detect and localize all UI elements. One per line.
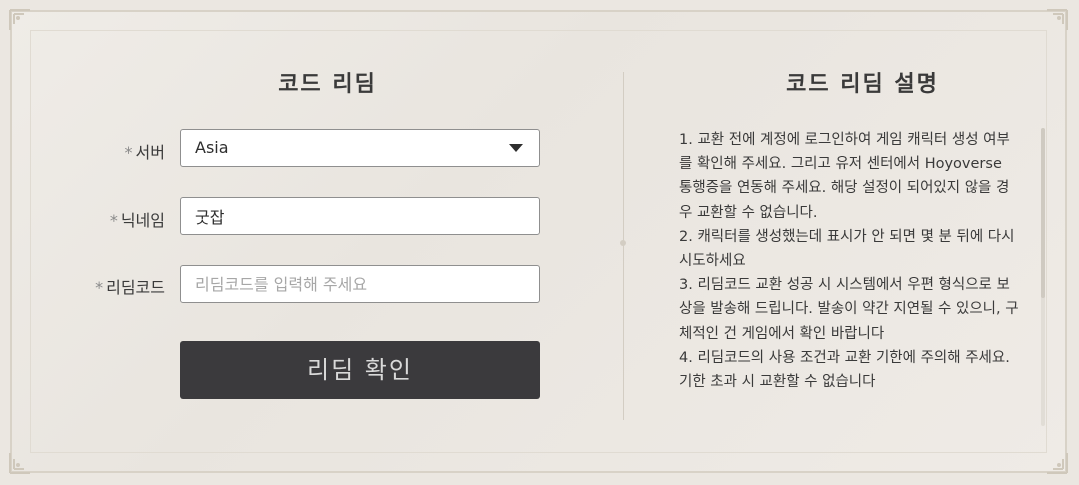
nickname-label: * 닉네임 xyxy=(110,207,165,231)
instructions-title: 코드 리딤 설명 xyxy=(786,72,939,97)
required-mark: * xyxy=(124,143,133,162)
instruction-item: 1. 교환 전에 계정에 로그인하여 게임 캐릭터 생성 여부를 확인해 주세요… xyxy=(679,132,1010,221)
corner-ornament-icon xyxy=(8,8,32,32)
chevron-down-icon[interactable] xyxy=(509,144,523,152)
required-mark: * xyxy=(95,278,104,297)
divider-dot xyxy=(620,240,626,246)
corner-ornament-icon xyxy=(8,451,32,475)
redeem-code-input[interactable] xyxy=(180,265,540,303)
column-divider xyxy=(623,72,624,420)
code-label: * 리딤코드 xyxy=(95,274,165,298)
instruction-item: 2. 캐릭터를 생성했는데 표시가 안 되면 몇 분 뒤에 다시 시도하세요 xyxy=(679,228,1015,270)
redeem-title: 코드 리딤 xyxy=(278,72,377,97)
server-label: * 서버 xyxy=(125,139,165,163)
nickname-field[interactable] xyxy=(180,197,540,235)
corner-ornament-icon xyxy=(1045,451,1069,475)
server-select-value: Asia xyxy=(195,138,229,157)
redeem-confirm-button[interactable]: 리딤 확인 xyxy=(180,341,540,399)
nickname-label-text: 닉네임 xyxy=(120,211,165,230)
corner-ornament-icon xyxy=(1045,8,1069,32)
instructions-text[interactable]: 1. 교환 전에 계정에 로그인하여 게임 캐릭터 생성 여부를 확인해 주세요… xyxy=(679,128,1019,426)
required-mark: * xyxy=(109,211,118,230)
scrollbar-thumb[interactable] xyxy=(1041,128,1045,298)
instruction-item: 3. 리딤코드 교환 성공 시 시스템에서 우편 형식으로 보상을 발송해 드립… xyxy=(679,277,1019,342)
server-select[interactable]: Asia xyxy=(180,129,540,167)
code-label-text: 리딤코드 xyxy=(106,278,165,297)
instruction-item: 4. 리딤코드의 사용 조건과 교환 기한에 주의해 주세요. 기한 초과 시 … xyxy=(679,349,1010,391)
server-label-text: 서버 xyxy=(135,143,165,162)
instructions-scrollbar[interactable] xyxy=(1041,128,1045,426)
